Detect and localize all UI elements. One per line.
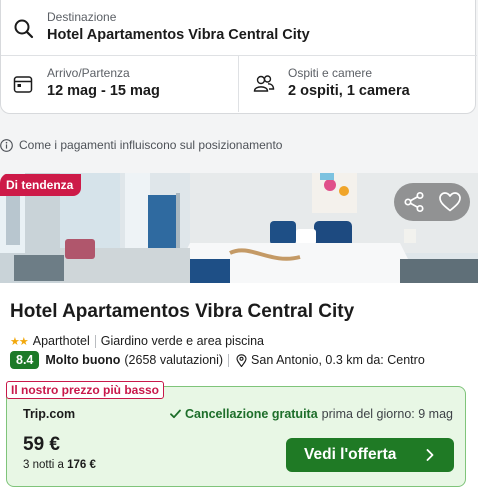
hotel-feature: Giardino verde e area piscina — [100, 334, 265, 348]
lowest-price-tag: Il nostro prezzo più basso — [6, 381, 165, 399]
hotel-name[interactable]: Hotel Apartamentos Vibra Central City — [10, 301, 354, 323]
cancellation-info: Cancellazione gratuita prima del giorno:… — [170, 407, 453, 421]
ranking-info[interactable]: Come i pagamenti influiscono sul posizio… — [0, 136, 282, 154]
guests-label: Ospiti e camere — [288, 66, 373, 80]
destination-value: Hotel Apartamentos Vibra Central City — [47, 27, 310, 43]
dates-field[interactable]: Arrivo/Partenza 12 mag - 15 mag — [1, 56, 239, 112]
view-deal-label: Vedi l'offerta — [304, 446, 397, 463]
share-icon[interactable] — [402, 191, 426, 213]
search-icon — [14, 19, 34, 39]
destination-label: Destinazione — [47, 10, 117, 24]
star-rating-icon: ★★ — [10, 335, 29, 348]
check-icon — [170, 409, 181, 419]
ranking-info-text: Come i pagamenti influiscono sul posizio… — [19, 138, 283, 152]
trending-badge: Di tendenza — [0, 174, 82, 196]
nights-prefix: 3 notti a — [23, 459, 64, 471]
rating-line: 8.4 Molto buono (2658 valutazioni) San A… — [10, 351, 425, 369]
view-deal-button[interactable]: Vedi l'offerta — [286, 438, 454, 472]
people-icon — [253, 75, 275, 92]
provider-name: Trip.com — [23, 407, 76, 421]
total-price: 3 notti a 176 € — [23, 459, 96, 471]
divider — [228, 353, 230, 367]
guests-value: 2 ospiti, 1 camera — [288, 83, 410, 99]
offer-box[interactable]: Trip.com Cancellazione gratuita prima de… — [6, 386, 466, 487]
heart-icon[interactable] — [438, 191, 462, 213]
calendar-icon — [13, 76, 33, 93]
chevron-right-icon — [426, 449, 434, 461]
hotel-meta: ★★ Aparthotel Giardino verde e area pisc… — [10, 333, 264, 349]
destination-field[interactable]: Destinazione Hotel Apartamentos Vibra Ce… — [1, 0, 477, 56]
location-pin-icon — [236, 353, 247, 367]
rating-word: Molto buono — [45, 353, 121, 367]
review-count[interactable]: (2658 valutazioni) — [124, 353, 223, 367]
nights-total: 176 € — [67, 459, 96, 471]
info-icon — [0, 138, 13, 152]
cancellation-deadline: prima del giorno: 9 mag — [321, 407, 453, 421]
guests-field[interactable]: Ospiti e camere 2 ospiti, 1 camera — [240, 56, 477, 112]
score-badge: 8.4 — [10, 351, 40, 369]
divider — [94, 334, 96, 348]
photo-actions — [394, 183, 470, 221]
hotel-card[interactable]: Di tendenza Hotel Apartamentos Vibra Cen… — [0, 173, 478, 492]
free-cancellation: Cancellazione gratuita — [184, 407, 318, 421]
dates-label: Arrivo/Partenza — [47, 66, 130, 80]
hotel-type: Aparthotel — [32, 334, 90, 348]
hotel-location[interactable]: San Antonio, 0.3 km da: Centro — [251, 353, 425, 367]
price-per-night: 59 € — [23, 434, 60, 455]
dates-value: 12 mag - 15 mag — [47, 83, 160, 99]
search-card: Destinazione Hotel Apartamentos Vibra Ce… — [0, 0, 477, 114]
